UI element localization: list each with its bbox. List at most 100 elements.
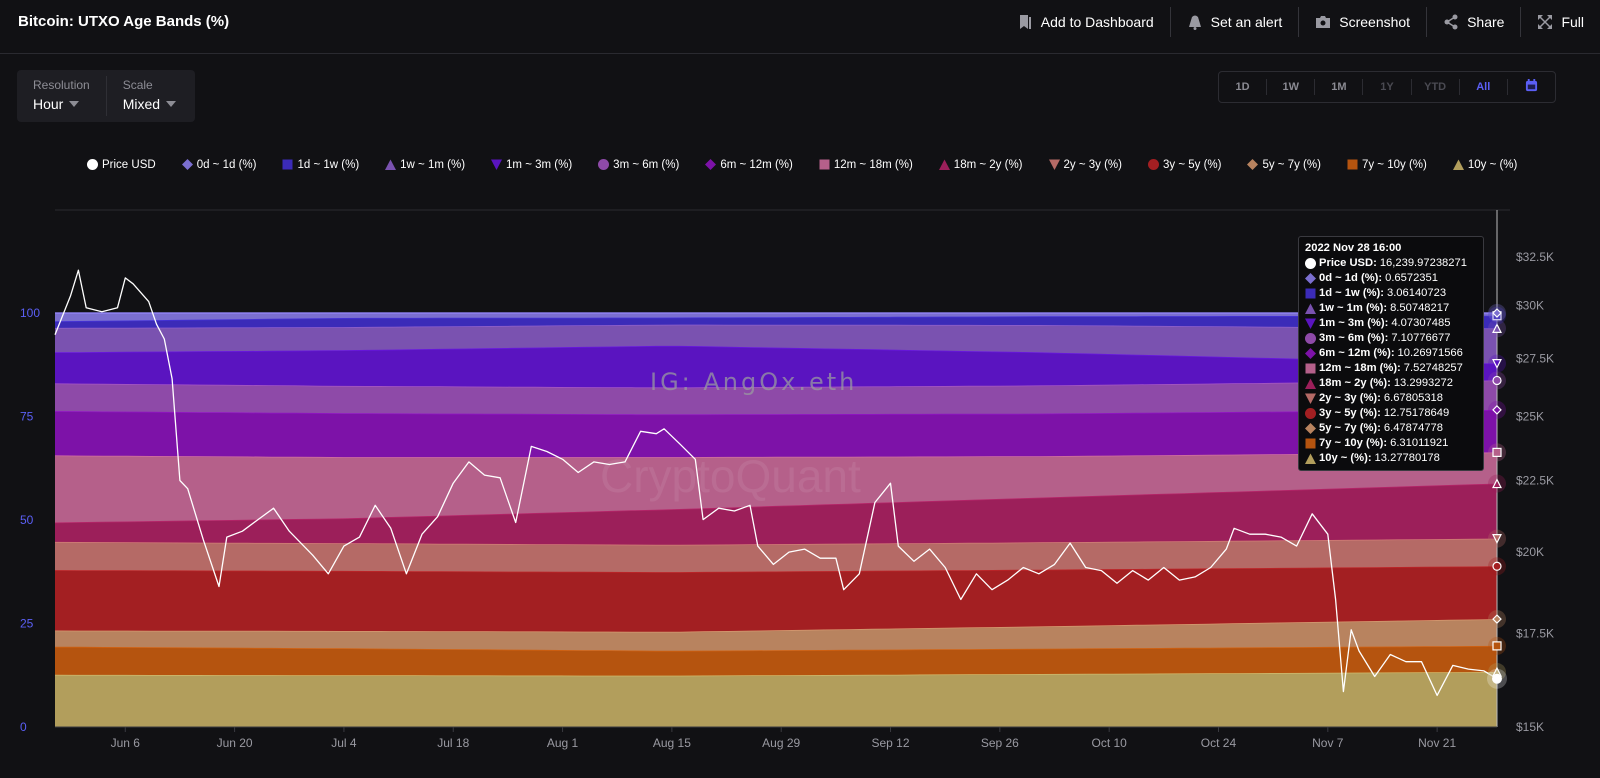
tooltip-row: 10y ~ (%): 13.27780178 <box>1305 451 1477 466</box>
x-axis-tick: Sep 26 <box>981 736 1019 750</box>
right-axis-tick: $22.5K <box>1516 474 1554 488</box>
watermark-ig: IG: AngOx.eth <box>650 368 857 396</box>
legend-item[interactable]: 7y ~ 10y (%) <box>1347 157 1427 172</box>
x-axis-tick: Jul 18 <box>437 736 469 750</box>
band-hover-marker <box>1488 529 1506 548</box>
range-1w-button[interactable]: 1W <box>1266 79 1314 95</box>
square-marker-icon <box>1305 438 1316 449</box>
share-label: Share <box>1467 14 1505 30</box>
legend-item[interactable]: 2y ~ 3y (%) <box>1048 157 1122 172</box>
share-button[interactable]: Share <box>1426 7 1520 37</box>
legend-item[interactable]: 10y ~ (%) <box>1452 157 1517 172</box>
x-axis-tick: Nov 21 <box>1418 736 1456 750</box>
diamond-marker-icon <box>705 159 717 170</box>
fullscreen-label: Full <box>1561 14 1584 30</box>
right-axis-tick: $20K <box>1516 545 1544 559</box>
legend-label: 0d ~ 1d (%) <box>196 158 257 171</box>
band-area <box>55 566 1497 632</box>
resolution-value: Hour <box>33 96 64 112</box>
range-1m-button[interactable]: 1M <box>1314 79 1362 95</box>
tooltip-value: 0.6572351 <box>1385 272 1438 284</box>
right-axis-tick: $30K <box>1516 299 1544 313</box>
resolution-select[interactable]: Resolution Hour <box>17 70 106 122</box>
legend-item[interactable]: 12m ~ 18m (%) <box>819 157 913 172</box>
triangle-down-marker-icon <box>1048 159 1060 170</box>
range-all-button[interactable]: All <box>1458 79 1507 95</box>
tooltip-label: 5y ~ 7y (%): <box>1319 422 1381 434</box>
legend-item[interactable]: 1d ~ 1w (%) <box>282 157 359 172</box>
x-axis-tick: Aug 15 <box>653 736 691 750</box>
calendar-button[interactable] <box>1506 79 1555 95</box>
add-to-dashboard-label: Add to Dashboard <box>1040 14 1154 30</box>
circle-marker-icon <box>1305 333 1316 344</box>
tooltip-label: Price USD: <box>1319 257 1377 269</box>
tooltip-label: 1w ~ 1m (%): <box>1319 302 1388 314</box>
tooltip-row: Price USD: 16,239.97238271 <box>1305 256 1477 271</box>
bookmark-icon <box>1019 15 1031 29</box>
band-hover-marker <box>1488 371 1506 390</box>
tooltip-value: 16,239.97238271 <box>1379 257 1467 269</box>
fullscreen-button[interactable]: Full <box>1520 7 1600 37</box>
chart-legend: Price USD 0d ~ 1d (%) 1d ~ 1w (%) 1w ~ 1m (… <box>87 157 1527 172</box>
tooltip-row: 0d ~ 1d (%): 0.6572351 <box>1305 271 1477 286</box>
legend-item[interactable]: 6m ~ 12m (%) <box>705 157 793 172</box>
legend-label: 6m ~ 12m (%) <box>720 158 793 171</box>
triangle-up-marker-icon <box>1305 303 1316 314</box>
band-hover-marker <box>1488 636 1506 655</box>
tooltip-value: 6.47874778 <box>1383 422 1443 434</box>
right-axis-tick: $17.5K <box>1516 626 1554 640</box>
screenshot-button[interactable]: Screenshot <box>1298 7 1426 37</box>
tooltip-row: 12m ~ 18m (%): 7.52748257 <box>1305 361 1477 376</box>
legend-item[interactable]: 3m ~ 6m (%) <box>598 157 679 172</box>
x-axis-tick: Jul 4 <box>331 736 357 750</box>
x-axis-tick: Aug 1 <box>547 736 579 750</box>
watermark-brand: CryptoQuant <box>600 450 861 502</box>
band-hover-marker <box>1488 557 1506 576</box>
x-axis-tick: Nov 7 <box>1312 736 1344 750</box>
set-alert-button[interactable]: Set an alert <box>1169 7 1299 37</box>
legend-item[interactable]: 3y ~ 5y (%) <box>1147 157 1221 172</box>
band-hover-marker <box>1488 443 1506 462</box>
tooltip-row: 5y ~ 7y (%): 6.47874778 <box>1305 421 1477 436</box>
tooltip-row: 2y ~ 3y (%): 6.67805318 <box>1305 391 1477 406</box>
left-axis-tick: 0 <box>20 720 27 734</box>
legend-item[interactable]: Price USD <box>87 157 156 172</box>
triangle-up-marker-icon <box>1452 159 1464 170</box>
diamond-marker-icon <box>1305 348 1316 359</box>
band-hover-marker <box>1488 400 1506 419</box>
tooltip-row: 1d ~ 1w (%): 3.06140723 <box>1305 286 1477 301</box>
diamond-marker-icon <box>181 159 193 170</box>
left-axis-tick: 75 <box>20 410 34 424</box>
triangle-down-marker-icon <box>491 159 503 170</box>
right-axis-tick: $25K <box>1516 409 1544 423</box>
fullscreen-icon <box>1538 15 1553 29</box>
add-to-dashboard-button[interactable]: Add to Dashboard <box>1001 7 1170 37</box>
legend-item[interactable]: 1w ~ 1m (%) <box>385 157 465 172</box>
left-axis-tick: 100 <box>20 306 40 320</box>
x-axis-tick: Jun 6 <box>111 736 141 750</box>
range-ytd-button[interactable]: YTD <box>1410 79 1459 95</box>
legend-item[interactable]: 1m ~ 3m (%) <box>491 157 572 172</box>
right-axis-tick: $32.5K <box>1516 250 1554 264</box>
range-1y-button[interactable]: 1Y <box>1362 79 1410 95</box>
tooltip-row: 6m ~ 12m (%): 10.26971566 <box>1305 346 1477 361</box>
tooltip-label: 1m ~ 3m (%): <box>1319 317 1389 329</box>
tooltip-row: 1w ~ 1m (%): 8.50748217 <box>1305 301 1477 316</box>
calendar-icon <box>1525 79 1537 92</box>
legend-item[interactable]: 0d ~ 1d (%) <box>181 157 257 172</box>
x-axis-tick: Aug 29 <box>762 736 800 750</box>
bell-icon <box>1188 15 1201 30</box>
diamond-marker-icon <box>1247 159 1259 170</box>
legend-item[interactable]: 5y ~ 7y (%) <box>1247 157 1321 172</box>
share-icon <box>1444 14 1458 30</box>
legend-item[interactable]: 18m ~ 2y (%) <box>938 157 1023 172</box>
scale-value: Mixed <box>122 96 161 112</box>
range-1d-button[interactable]: 1D <box>1219 79 1266 95</box>
legend-label: 12m ~ 18m (%) <box>833 158 913 171</box>
band-hover-marker <box>1488 304 1506 322</box>
scale-select[interactable]: Scale Mixed <box>105 76 192 116</box>
band-hover-marker <box>1488 354 1506 373</box>
tooltip-label: 18m ~ 2y (%): <box>1319 377 1391 389</box>
legend-label: 3m ~ 6m (%) <box>613 158 680 171</box>
right-axis-tick: $15K <box>1516 720 1544 734</box>
